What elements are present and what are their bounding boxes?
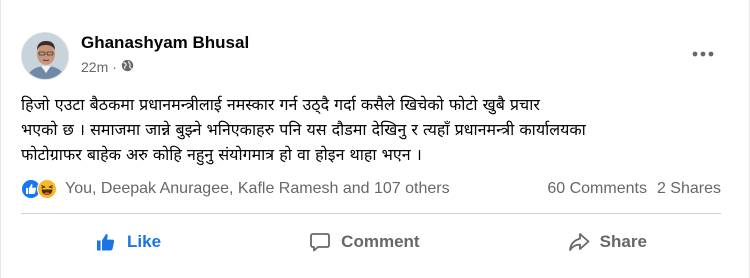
post-text-line: हिजो एउटा बैठकमा प्रधानमन्त्रीलाई नमस्का…	[21, 95, 540, 114]
thumbs-up-icon	[97, 234, 115, 251]
reaction-people[interactable]: You, Deepak Anuragee, Kafle Ramesh and 1…	[65, 180, 537, 198]
comment-icon	[310, 233, 331, 252]
comment-button[interactable]: Comment	[285, 225, 443, 259]
post-text: हिजो एउटा बैठकमा प्रधानमन्त्रीलाई नमस्का…	[21, 92, 721, 167]
more-icon	[692, 51, 714, 57]
reactions-bar: You, Deepak Anuragee, Kafle Ramesh and 1…	[21, 176, 721, 202]
globe-icon[interactable]	[121, 59, 134, 75]
post-meta: 22m ·	[81, 59, 134, 75]
avatar[interactable]	[21, 32, 69, 80]
reaction-icons[interactable]	[21, 179, 57, 199]
post-text-line: भएको छ । समाजमा जान्ने बुझ्ने भनिएकाहरु …	[21, 120, 586, 139]
share-button[interactable]: Share	[544, 225, 671, 259]
share-icon	[568, 233, 590, 251]
shares-count[interactable]: 2 Shares	[657, 180, 721, 198]
share-label: Share	[599, 232, 647, 251]
action-bar: Like Comment Share	[21, 222, 721, 262]
profile-photo	[22, 33, 68, 79]
like-button[interactable]: Like	[71, 225, 185, 259]
author-name[interactable]: Ghanashyam Bhusal	[81, 33, 249, 53]
comment-label: Comment	[341, 232, 420, 251]
divider	[21, 213, 721, 214]
meta-separator: ·	[112, 59, 117, 75]
more-options-button[interactable]	[685, 40, 721, 68]
comments-count[interactable]: 60 Comments	[547, 180, 647, 198]
post-card: Ghanashyam Bhusal 22m · हिजो एउटा बैठकमा…	[0, 0, 750, 278]
post-timestamp[interactable]: 22m	[81, 59, 108, 75]
post-text-line: फोटोग्राफर बाहेक अरु कोहि नहुनु संयोगमात…	[21, 145, 422, 164]
like-label: Like	[127, 232, 162, 251]
haha-reaction-icon	[37, 179, 57, 199]
